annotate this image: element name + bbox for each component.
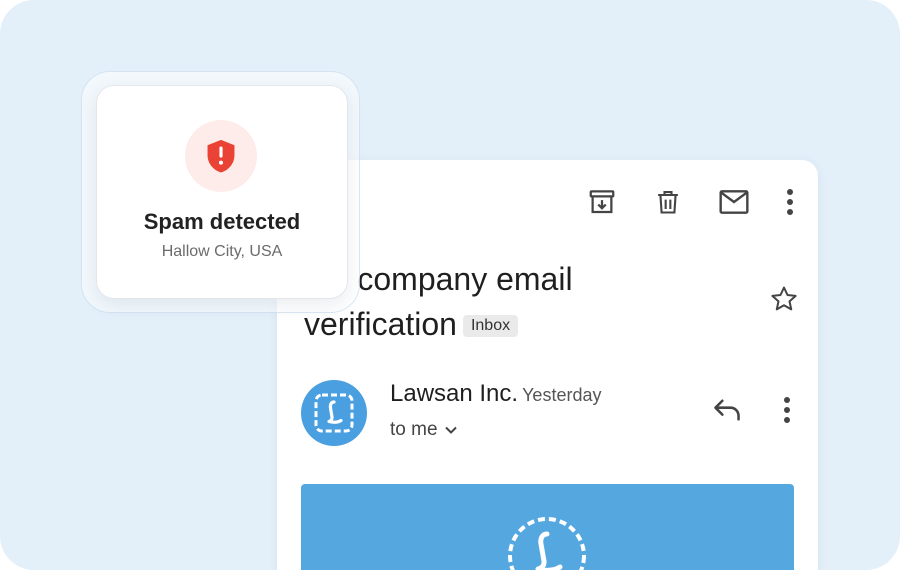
recipient-label: to me bbox=[390, 419, 438, 440]
stage: ...o company email verification Inbox Law… bbox=[0, 0, 900, 570]
spam-notification-card: Spam detected Hallow City, USA bbox=[96, 85, 348, 299]
reply-button[interactable] bbox=[709, 392, 745, 428]
email-subject: ...o company email verification Inbox bbox=[304, 257, 724, 347]
lawsan-logo bbox=[508, 517, 586, 570]
message-more-button[interactable] bbox=[774, 392, 800, 428]
sender-line: Lawsan Inc. Yesterday bbox=[390, 380, 601, 408]
sender-avatar[interactable] bbox=[301, 380, 367, 446]
reply-icon bbox=[714, 399, 740, 421]
notification-location: Hallow City, USA bbox=[161, 243, 283, 260]
notification-title: Spam detected bbox=[143, 209, 301, 234]
email-banner bbox=[301, 484, 794, 570]
archive-icon bbox=[589, 190, 615, 214]
more-vert-icon bbox=[787, 189, 793, 215]
recipient-toggle[interactable]: to me bbox=[390, 419, 458, 441]
sent-date: Yesterday bbox=[522, 385, 602, 405]
alert-badge bbox=[185, 120, 257, 192]
star-button[interactable] bbox=[767, 282, 801, 316]
delete-button[interactable] bbox=[648, 182, 688, 222]
more-vert-icon bbox=[784, 397, 790, 423]
sender-name[interactable]: Lawsan Inc. bbox=[390, 380, 518, 407]
star-outline-icon bbox=[771, 286, 797, 311]
inbox-label-chip[interactable]: Inbox bbox=[462, 315, 519, 337]
mail-icon bbox=[719, 190, 749, 214]
email-toolbar bbox=[556, 182, 800, 222]
trash-icon bbox=[658, 191, 678, 214]
lawsan-logo bbox=[314, 393, 354, 433]
shield-alert-icon bbox=[207, 139, 235, 173]
mark-unread-button[interactable] bbox=[714, 182, 754, 222]
archive-button[interactable] bbox=[582, 182, 622, 222]
chevron-down-icon bbox=[444, 425, 458, 435]
more-options-button[interactable] bbox=[780, 182, 800, 222]
